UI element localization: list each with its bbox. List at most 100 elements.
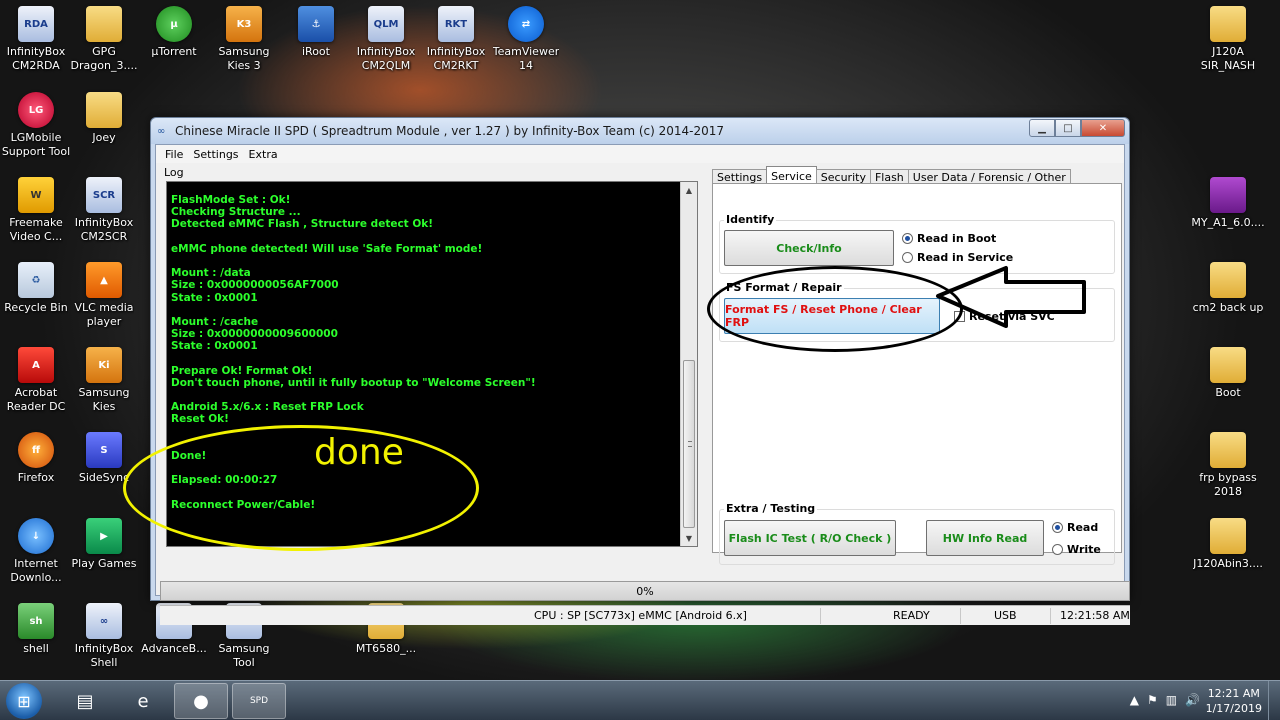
- right-desktop-icon-0[interactable]: J120A SIR_NASH: [1192, 6, 1264, 73]
- log-line: State : 0x0001: [171, 291, 258, 304]
- maximize-button[interactable]: □: [1055, 119, 1081, 137]
- ib-icon: SCR: [86, 177, 122, 213]
- extra-testing-title: Extra / Testing: [724, 502, 818, 515]
- left-desktop-icon-3[interactable]: K3 Samsung Kies 3: [208, 6, 280, 73]
- play-icon: ▶: [86, 518, 122, 554]
- left-desktop-icon-1[interactable]: GPG Dragon_3....: [68, 6, 140, 73]
- radio-read-in-service-label: Read in Service: [917, 251, 1014, 264]
- left-desktop-icon-0[interactable]: RDA InfinityBox CM2RDA: [0, 6, 72, 73]
- show-desktop-button[interactable]: [1268, 681, 1280, 720]
- left-desktop-icon-9[interactable]: Joey: [68, 92, 140, 145]
- left-desktop-icon-11[interactable]: SCR InfinityBox CM2SCR: [68, 177, 140, 244]
- left-desktop-icon-15[interactable]: Ki Samsung Kies: [68, 347, 140, 414]
- shell-icon: sh: [18, 603, 54, 639]
- desktop-icon-label: shell: [23, 642, 49, 655]
- bin-icon: ♻: [18, 262, 54, 298]
- tray-arrow-icon[interactable]: ▲: [1130, 693, 1139, 707]
- desktop-icon-label: Joey: [92, 131, 116, 144]
- hw-info-read-button[interactable]: HW Info Read: [926, 520, 1044, 556]
- desktop-icon-label: J120Abin3....: [1193, 557, 1263, 570]
- desktop-icon-label: frp bypass 2018: [1199, 471, 1257, 498]
- status-port: USB: [994, 609, 1017, 622]
- firefox-taskbar-icon[interactable]: ●: [174, 683, 228, 719]
- check-info-button[interactable]: Check/Info: [724, 230, 894, 266]
- left-desktop-icon-21[interactable]: ∞ InfinityBox Shell: [68, 603, 140, 670]
- right-desktop-icon-5[interactable]: J120Abin3....: [1192, 518, 1264, 571]
- ie-taskbar-icon[interactable]: e: [116, 683, 170, 719]
- left-desktop-icon-10[interactable]: W Freemake Video C...: [0, 177, 72, 244]
- left-desktop-icon-4[interactable]: ⚓ iRoot: [280, 6, 352, 59]
- menu-file[interactable]: File: [160, 148, 188, 161]
- desktop-icon-label: cm2 back up: [1192, 301, 1264, 314]
- clock-time: 12:21 AM: [1207, 687, 1260, 700]
- desktop-icon-label: Internet Downlo...: [10, 557, 62, 584]
- left-desktop-icon-20[interactable]: sh shell: [0, 603, 72, 656]
- scroll-up-icon[interactable]: ▲: [681, 182, 697, 198]
- left-desktop-icon-14[interactable]: A Acrobat Reader DC: [0, 347, 72, 414]
- folder-icon: [86, 6, 122, 42]
- close-button[interactable]: ✕: [1081, 119, 1125, 137]
- left-desktop-icon-2[interactable]: μ μTorrent: [138, 6, 210, 59]
- taskbar-clock[interactable]: 12:21 AM 1/17/2019: [1206, 686, 1262, 716]
- start-button[interactable]: ⊞: [6, 683, 42, 719]
- left-desktop-icon-12[interactable]: ♻ Recycle Bin: [0, 262, 72, 315]
- left-desktop-icon-13[interactable]: ▲ VLC media player: [68, 262, 140, 329]
- flash-ic-test-button[interactable]: Flash IC Test ( R/O Check ): [724, 520, 896, 556]
- tray-flag-icon[interactable]: ⚑: [1147, 693, 1158, 707]
- scroll-thumb[interactable]: [683, 360, 695, 528]
- radio-dot-selected: [902, 233, 913, 244]
- radio-dot: [902, 252, 913, 263]
- explorer-taskbar-icon[interactable]: ▤: [58, 683, 112, 719]
- left-desktop-icon-19[interactable]: ▶ Play Games: [68, 518, 140, 571]
- menu-settings[interactable]: Settings: [188, 148, 243, 161]
- tray-volume-icon[interactable]: 🔊: [1185, 693, 1200, 707]
- right-desktop-icon-3[interactable]: Boot: [1192, 347, 1264, 400]
- done-annotation-text: done: [314, 432, 404, 473]
- ib-icon: ∞: [86, 603, 122, 639]
- desktop-icon-label: LGMobile Support Tool: [1, 131, 71, 158]
- spd-taskbar-button[interactable]: SPD: [232, 683, 286, 719]
- radio-write[interactable]: Write: [1052, 543, 1101, 556]
- status-bar: CPU : SP [SC773x] eMMC [Android 6.x] REA…: [160, 605, 1130, 625]
- left-desktop-icon-5[interactable]: QLM InfinityBox CM2QLM: [350, 6, 422, 73]
- radio-read-in-boot-label: Read in Boot: [917, 232, 997, 245]
- right-desktop-icon-1[interactable]: MY_A1_6.0....: [1191, 177, 1265, 230]
- log-line: Mount : /cache: [171, 315, 259, 328]
- left-desktop-icon-16[interactable]: ff Firefox: [0, 432, 72, 485]
- left-desktop-icon-7[interactable]: ⇄ TeamViewer 14: [490, 6, 562, 73]
- radio-read-in-boot[interactable]: Read in Boot: [902, 232, 996, 245]
- folder-icon: [1210, 432, 1246, 468]
- status-state: READY: [893, 609, 930, 622]
- desktop-icon-label: InfinityBox CM2SCR: [74, 216, 134, 243]
- log-line: State : 0x0001: [171, 340, 258, 353]
- freemake-icon: W: [18, 177, 54, 213]
- right-desktop-icon-4[interactable]: frp bypass 2018: [1192, 432, 1264, 499]
- desktop-icon-label: InfinityBox CM2RKT: [426, 45, 486, 72]
- log-label: Log: [164, 166, 184, 179]
- radio-read[interactable]: Read: [1052, 521, 1098, 534]
- desktop-icon-label: MT6580_...: [355, 642, 417, 655]
- menu-extra[interactable]: Extra: [244, 148, 283, 161]
- left-desktop-icon-6[interactable]: RKT InfinityBox CM2RKT: [420, 6, 492, 73]
- left-desktop-icon-18[interactable]: ↓ Internet Downlo...: [0, 518, 72, 585]
- radio-read-in-service[interactable]: Read in Service: [902, 251, 1013, 264]
- window-titlebar[interactable]: ∞ Chinese Miracle II SPD ( Spreadtrum Mo…: [151, 118, 1129, 144]
- right-desktop-icon-2[interactable]: cm2 back up: [1192, 262, 1264, 315]
- service-panel: Identify Check/Info Read in Boot Read in…: [712, 183, 1122, 565]
- log-line: Size : 0x0000000009600000: [171, 328, 338, 341]
- log-scrollbar[interactable]: ▲ ▼: [680, 182, 697, 546]
- tray-network-icon[interactable]: ▥: [1166, 693, 1177, 707]
- status-cpu: CPU : SP [SC773x] eMMC [Android 6.x]: [534, 609, 747, 622]
- scroll-down-icon[interactable]: ▼: [681, 530, 697, 546]
- system-tray: ▲ ⚑ ▥ 🔊: [1130, 693, 1200, 707]
- progress-bar: 0%: [160, 581, 1130, 601]
- iroot-icon: ⚓: [298, 6, 334, 42]
- minimize-button[interactable]: ▁: [1029, 119, 1055, 137]
- desktop-icon-label: Play Games: [71, 557, 137, 570]
- ib-icon: RKT: [438, 6, 474, 42]
- left-desktop-icon-8[interactable]: LG LGMobile Support Tool: [0, 92, 72, 159]
- progress-text: 0%: [636, 584, 654, 598]
- desktop-icon-label: InfinityBox CM2RDA: [6, 45, 66, 72]
